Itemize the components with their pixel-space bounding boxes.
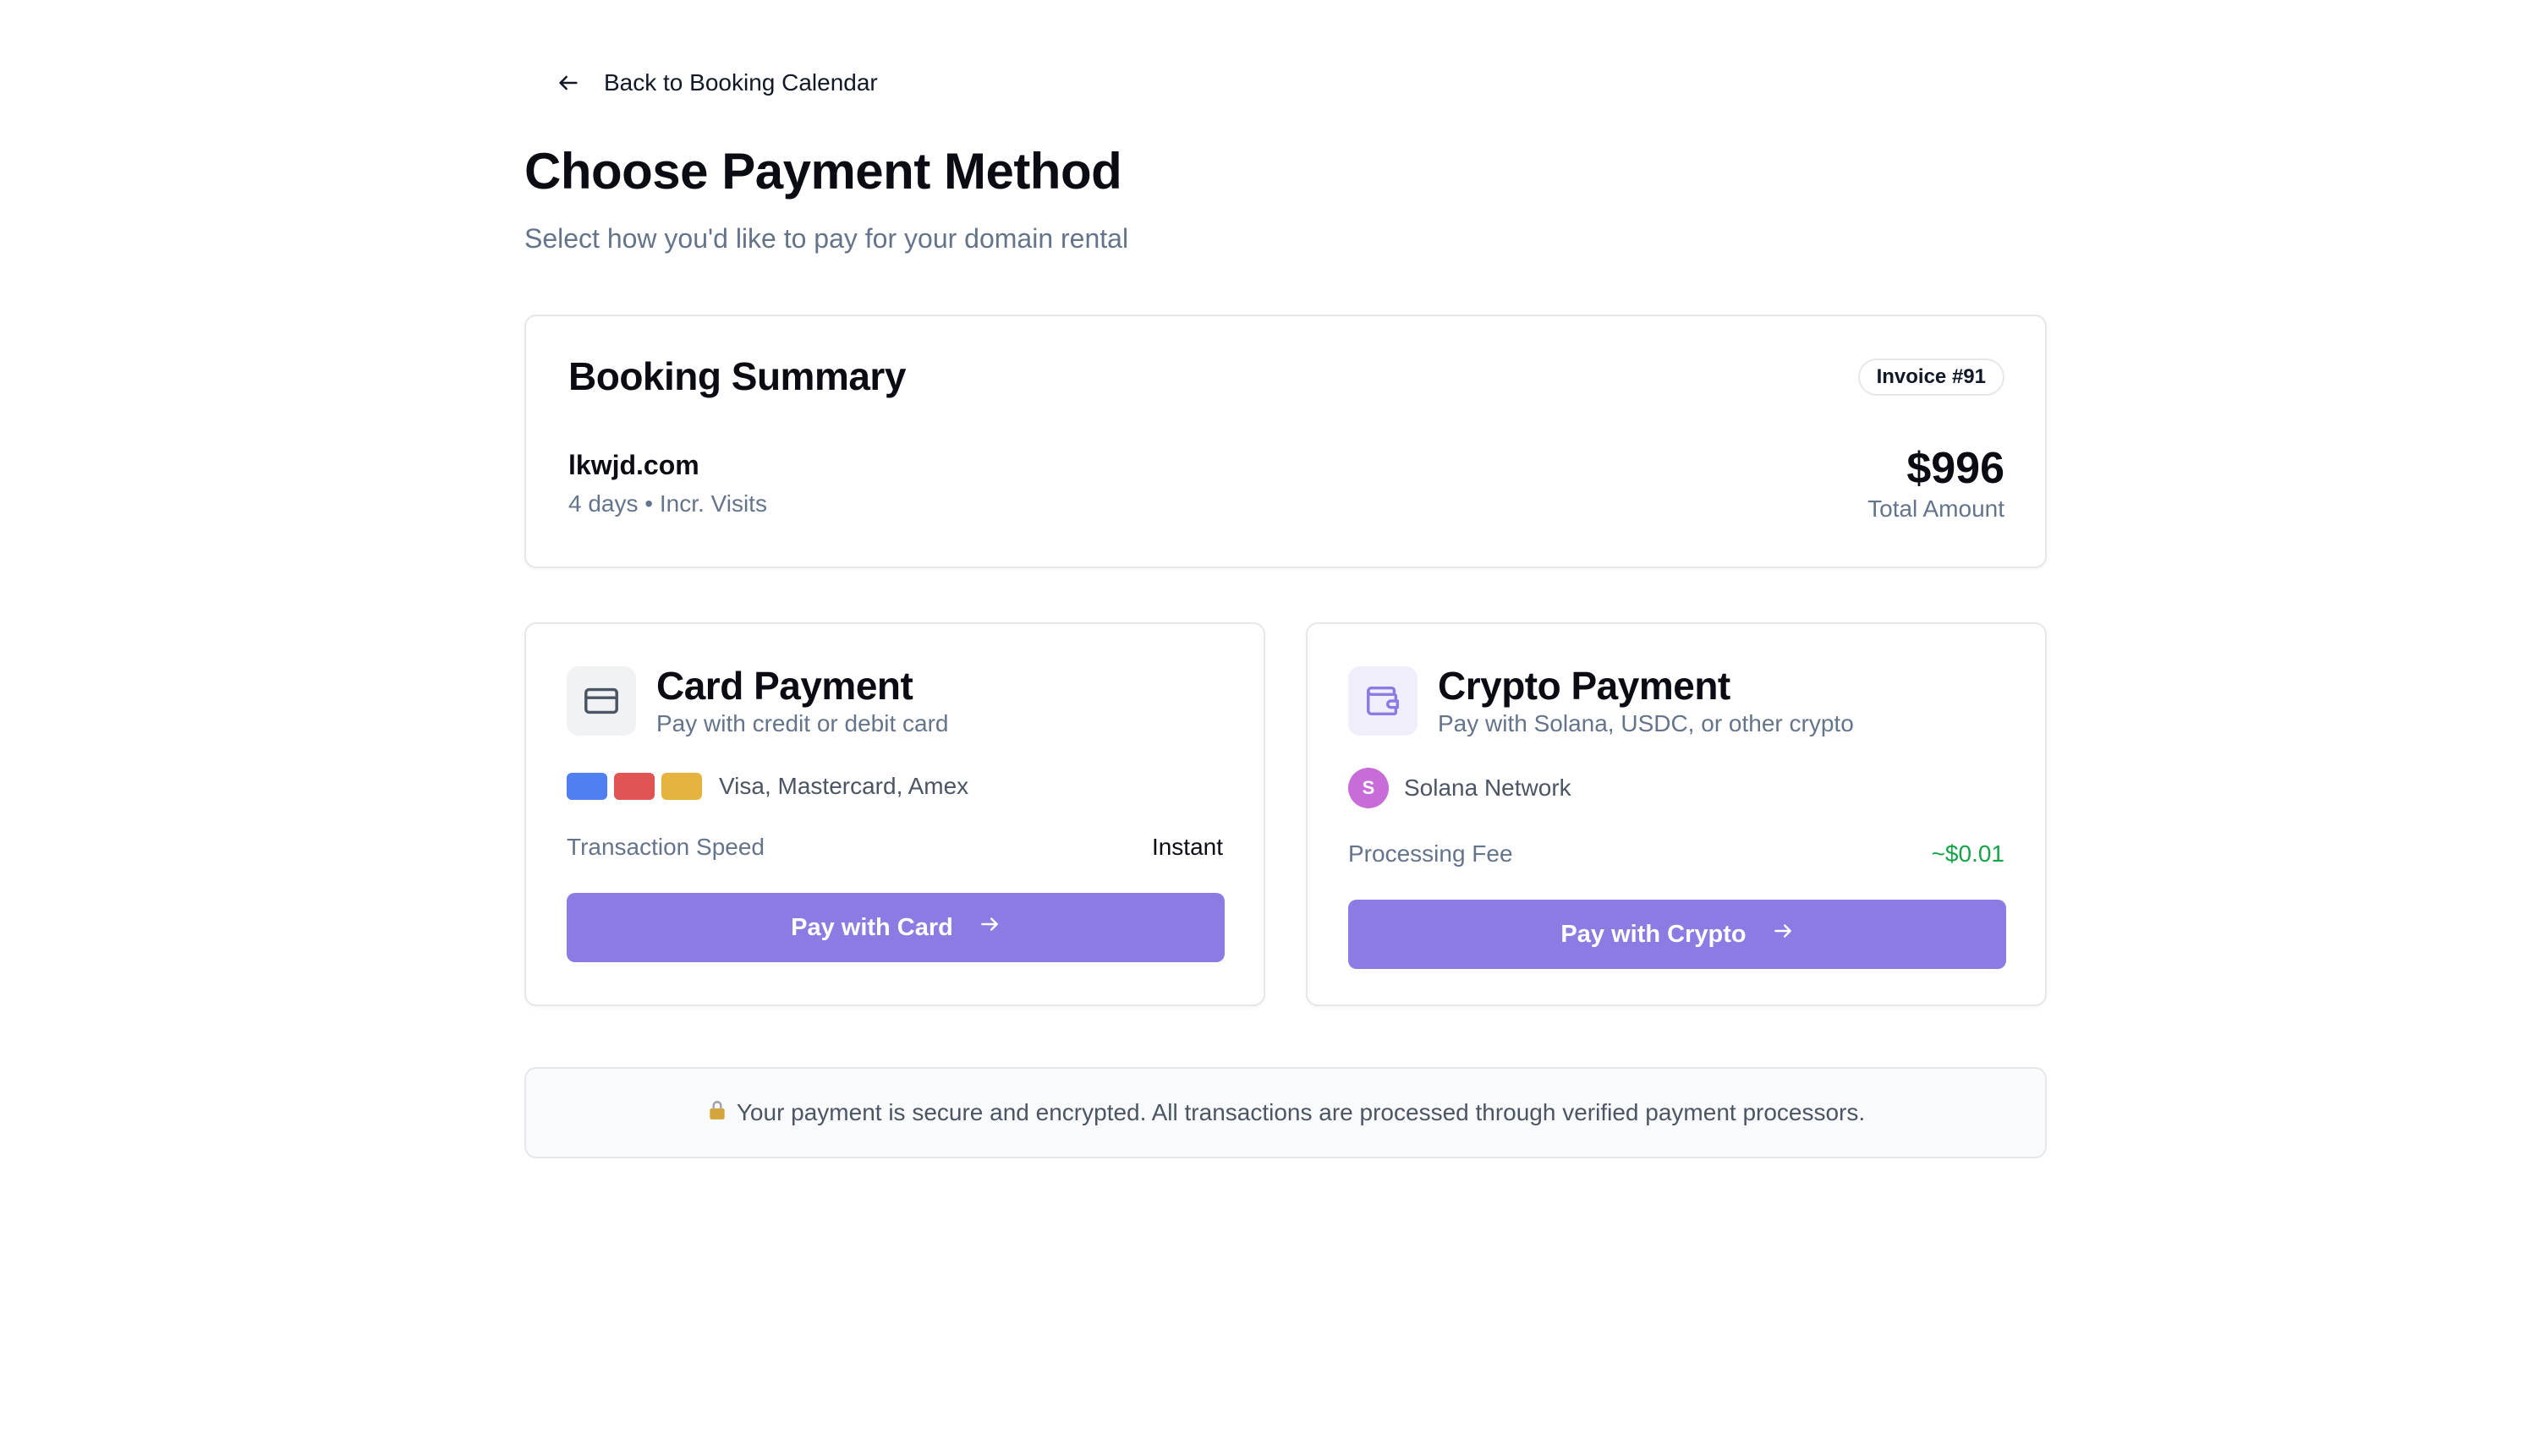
booking-details: 4 days • Incr. Visits: [568, 490, 767, 517]
booking-summary-title: Booking Summary: [568, 354, 906, 398]
arrow-right-icon: [1772, 920, 1794, 949]
processing-fee-value: ~$0.01: [1931, 840, 2004, 867]
page-title: Choose Payment Method: [524, 143, 1122, 200]
wallet-icon: [1348, 666, 1418, 736]
card-brands-label: Visa, Mastercard, Amex: [719, 773, 969, 799]
card-brand-chips: [567, 773, 702, 800]
pay-with-crypto-button[interactable]: Pay with Crypto: [1348, 900, 2006, 969]
network-label: Solana Network: [1404, 775, 1571, 801]
lock-icon: [706, 1099, 728, 1127]
pay-with-crypto-label: Pay with Crypto: [1560, 920, 1747, 948]
mastercard-chip: [614, 773, 655, 800]
arrow-right-icon: [979, 913, 1001, 942]
domain-name: lkwjd.com: [568, 450, 699, 480]
booking-summary-card: Booking Summary Invoice #91 lkwjd.com 4 …: [524, 315, 2047, 568]
visa-chip: [567, 773, 607, 800]
solana-network-icon: S: [1348, 768, 1389, 808]
page-subtitle: Select how you'd like to pay for your do…: [524, 223, 1129, 254]
back-to-calendar-link[interactable]: Back to Booking Calendar: [548, 61, 886, 105]
amex-chip: [661, 773, 702, 800]
crypto-payment-option[interactable]: Crypto Payment Pay with Solana, USDC, or…: [1306, 622, 2047, 1006]
back-link-label: Back to Booking Calendar: [604, 69, 878, 96]
security-text: Your payment is secure and encrypted. Al…: [736, 1099, 1866, 1125]
card-payment-description: Pay with credit or debit card: [656, 710, 949, 736]
card-payment-option[interactable]: Card Payment Pay with credit or debit ca…: [524, 622, 1265, 1006]
crypto-payment-description: Pay with Solana, USDC, or other crypto: [1438, 710, 1854, 736]
card-payment-title: Card Payment: [656, 664, 913, 708]
pay-with-card-label: Pay with Card: [791, 913, 953, 941]
pay-with-card-button[interactable]: Pay with Card: [567, 893, 1225, 962]
credit-card-icon: [567, 666, 636, 736]
invoice-badge: Invoice #91: [1857, 359, 2004, 396]
total-amount: $996: [1906, 444, 2004, 493]
processing-fee-label: Processing Fee: [1348, 840, 1513, 867]
security-notice: Your payment is secure and encrypted. Al…: [524, 1067, 2047, 1158]
total-amount-label: Total Amount: [1867, 495, 2004, 522]
transaction-speed-value: Instant: [1151, 834, 1223, 860]
crypto-payment-title: Crypto Payment: [1438, 664, 1730, 708]
transaction-speed-label: Transaction Speed: [567, 834, 765, 860]
arrow-left-icon: [557, 71, 580, 95]
